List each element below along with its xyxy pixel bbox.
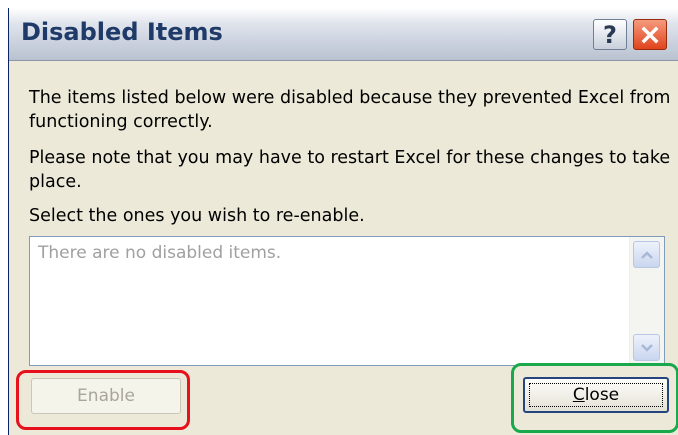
red-highlight-box xyxy=(16,370,190,430)
green-highlight-box xyxy=(511,363,678,433)
title-bar: Disabled Items ? xyxy=(9,8,678,61)
chevron-up-icon xyxy=(640,250,653,259)
dialog-title: Disabled Items xyxy=(21,18,223,46)
disabled-items-dialog: Disabled Items ? The items listed below … xyxy=(8,8,678,435)
scroll-down-button[interactable] xyxy=(633,334,660,361)
message-line-1: The items listed below were disabled bec… xyxy=(29,88,671,132)
help-button[interactable]: ? xyxy=(593,19,627,50)
scroll-up-button[interactable] xyxy=(633,241,660,268)
list-scrollbar[interactable] xyxy=(629,237,664,365)
question-mark-icon: ? xyxy=(603,20,617,49)
disabled-items-list[interactable]: There are no disabled items. xyxy=(29,236,665,366)
list-empty-text: There are no disabled items. xyxy=(38,243,282,263)
message-line-3: Select the ones you wish to re-enable. xyxy=(29,206,365,226)
title-close-button[interactable] xyxy=(633,19,667,50)
chevron-down-icon xyxy=(640,343,653,352)
x-icon xyxy=(641,26,659,43)
message-line-2: Please note that you may have to restart… xyxy=(29,148,671,192)
